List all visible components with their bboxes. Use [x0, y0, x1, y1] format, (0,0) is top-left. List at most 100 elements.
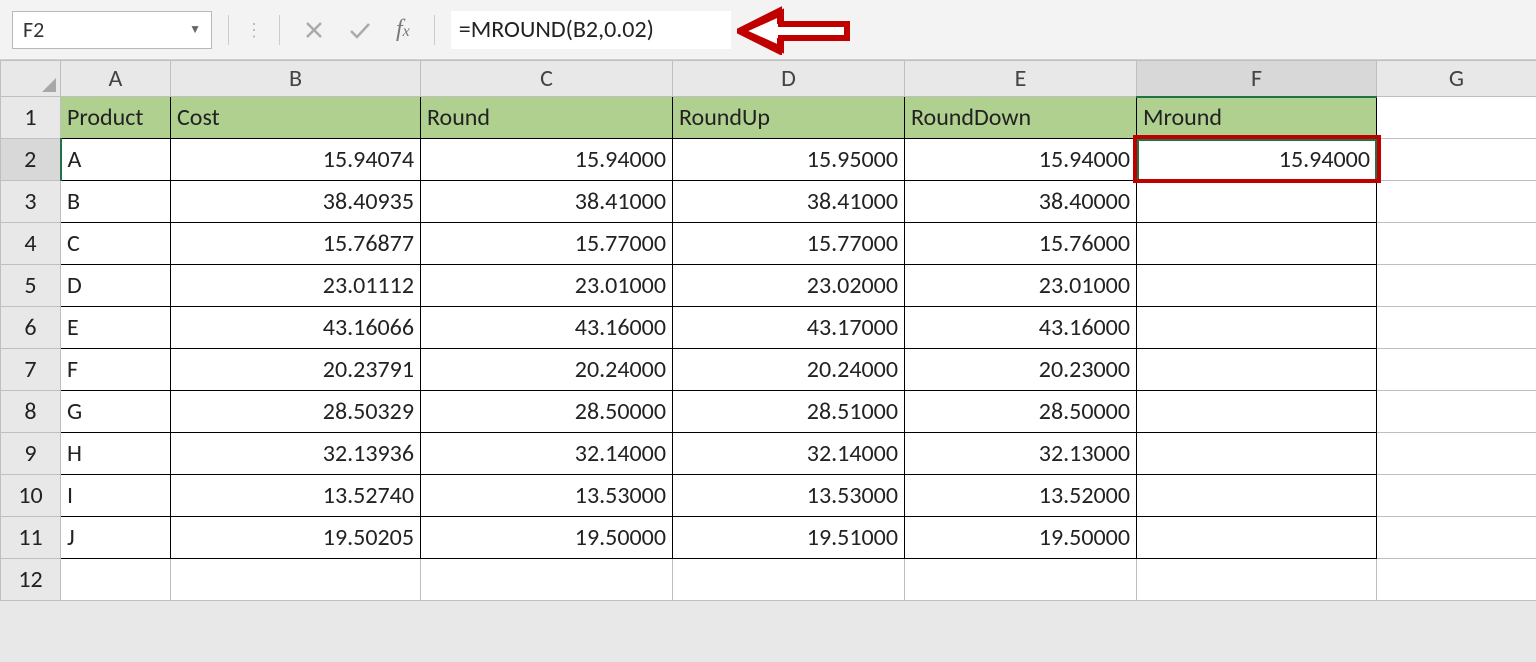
cell[interactable] — [1377, 559, 1536, 601]
cell[interactable]: 15.76877 — [171, 223, 421, 265]
name-box-dropdown-icon[interactable]: ▼ — [189, 22, 201, 37]
cell[interactable]: Mround — [1137, 97, 1377, 139]
cell[interactable]: G — [61, 391, 171, 433]
row-header[interactable]: 1 — [1, 97, 61, 139]
cell[interactable]: D — [61, 265, 171, 307]
cell[interactable] — [1137, 181, 1377, 223]
col-header-C[interactable]: C — [421, 61, 673, 97]
cell[interactable]: Product — [61, 97, 171, 139]
row-header[interactable]: 4 — [1, 223, 61, 265]
cell[interactable]: 15.77000 — [673, 223, 905, 265]
cell[interactable]: 15.95000 — [673, 139, 905, 181]
col-header-F[interactable]: F — [1137, 61, 1377, 97]
cell[interactable]: J — [61, 517, 171, 559]
cell[interactable]: 15.94000 — [421, 139, 673, 181]
cell[interactable] — [1377, 391, 1536, 433]
spreadsheet-grid[interactable]: A B C D E F G 1 Product Cost Round Round… — [0, 60, 1536, 601]
cell[interactable] — [1377, 265, 1536, 307]
row-header[interactable]: 8 — [1, 391, 61, 433]
row-header[interactable]: 3 — [1, 181, 61, 223]
cell[interactable]: 19.50000 — [905, 517, 1137, 559]
cell[interactable] — [673, 559, 905, 601]
cell[interactable] — [1377, 139, 1536, 181]
row-header[interactable]: 9 — [1, 433, 61, 475]
cell[interactable]: 19.50000 — [421, 517, 673, 559]
cell[interactable]: 20.23791 — [171, 349, 421, 391]
cell[interactable]: 38.41000 — [421, 181, 673, 223]
cell[interactable]: Cost — [171, 97, 421, 139]
cell[interactable]: 19.51000 — [673, 517, 905, 559]
col-header-D[interactable]: D — [673, 61, 905, 97]
cell[interactable]: 32.13936 — [171, 433, 421, 475]
row-header[interactable]: 11 — [1, 517, 61, 559]
cell[interactable]: 23.02000 — [673, 265, 905, 307]
cell[interactable] — [1137, 307, 1377, 349]
cell[interactable]: 28.50329 — [171, 391, 421, 433]
cell[interactable]: RoundUp — [673, 97, 905, 139]
cell[interactable]: 43.16000 — [421, 307, 673, 349]
col-header-G[interactable]: G — [1377, 61, 1536, 97]
cell[interactable] — [1377, 349, 1536, 391]
cell[interactable] — [1377, 433, 1536, 475]
cell[interactable] — [1377, 97, 1536, 139]
cell[interactable]: 13.52000 — [905, 475, 1137, 517]
cell[interactable]: 43.16066 — [171, 307, 421, 349]
cell[interactable]: 19.50205 — [171, 517, 421, 559]
row-header[interactable]: 10 — [1, 475, 61, 517]
cell[interactable] — [1137, 349, 1377, 391]
cell[interactable] — [421, 559, 673, 601]
cell[interactable]: 13.52740 — [171, 475, 421, 517]
confirm-formula-button[interactable] — [342, 12, 378, 48]
cell[interactable] — [1137, 223, 1377, 265]
select-all-corner[interactable] — [1, 61, 61, 97]
cell[interactable]: 38.40935 — [171, 181, 421, 223]
cell[interactable] — [171, 559, 421, 601]
cell[interactable]: 23.01112 — [171, 265, 421, 307]
cell[interactable]: 43.16000 — [905, 307, 1137, 349]
cell[interactable]: B — [61, 181, 171, 223]
cell[interactable] — [1137, 559, 1377, 601]
cell[interactable]: Round — [421, 97, 673, 139]
cell[interactable] — [1137, 475, 1377, 517]
col-header-A[interactable]: A — [61, 61, 171, 97]
cell[interactable]: I — [61, 475, 171, 517]
cell[interactable]: 15.94074 — [171, 139, 421, 181]
cell[interactable]: 28.50000 — [421, 391, 673, 433]
cell[interactable]: 20.24000 — [673, 349, 905, 391]
cell[interactable]: 15.77000 — [421, 223, 673, 265]
cell[interactable]: 20.23000 — [905, 349, 1137, 391]
name-box[interactable]: F2 ▼ — [12, 11, 212, 49]
cell[interactable]: 38.40000 — [905, 181, 1137, 223]
row-header[interactable]: 6 — [1, 307, 61, 349]
cell[interactable]: F — [61, 349, 171, 391]
cell[interactable]: 32.13000 — [905, 433, 1137, 475]
cell[interactable] — [905, 559, 1137, 601]
row-header[interactable]: 12 — [1, 559, 61, 601]
cell[interactable]: C — [61, 223, 171, 265]
cell[interactable]: E — [61, 307, 171, 349]
row-header[interactable]: 2 — [1, 139, 61, 181]
cell[interactable] — [1377, 517, 1536, 559]
cell[interactable] — [1137, 265, 1377, 307]
cell[interactable]: 32.14000 — [673, 433, 905, 475]
cell[interactable]: A — [61, 139, 171, 181]
cell[interactable]: 13.53000 — [421, 475, 673, 517]
cell[interactable]: 15.94000 — [905, 139, 1137, 181]
fx-icon[interactable]: fx — [388, 16, 418, 43]
cell[interactable] — [1137, 433, 1377, 475]
cell[interactable]: 32.14000 — [421, 433, 673, 475]
cell[interactable]: 20.24000 — [421, 349, 673, 391]
cell[interactable]: RoundDown — [905, 97, 1137, 139]
col-header-E[interactable]: E — [905, 61, 1137, 97]
cell[interactable]: 28.50000 — [905, 391, 1137, 433]
cell[interactable] — [61, 559, 171, 601]
cell[interactable]: 13.53000 — [673, 475, 905, 517]
cell[interactable] — [1377, 181, 1536, 223]
cell[interactable] — [1377, 223, 1536, 265]
cell[interactable]: H — [61, 433, 171, 475]
cell[interactable]: 38.41000 — [673, 181, 905, 223]
active-cell[interactable]: 15.94000 — [1137, 139, 1377, 181]
cell[interactable]: 23.01000 — [421, 265, 673, 307]
col-header-B[interactable]: B — [171, 61, 421, 97]
cell[interactable] — [1377, 307, 1536, 349]
